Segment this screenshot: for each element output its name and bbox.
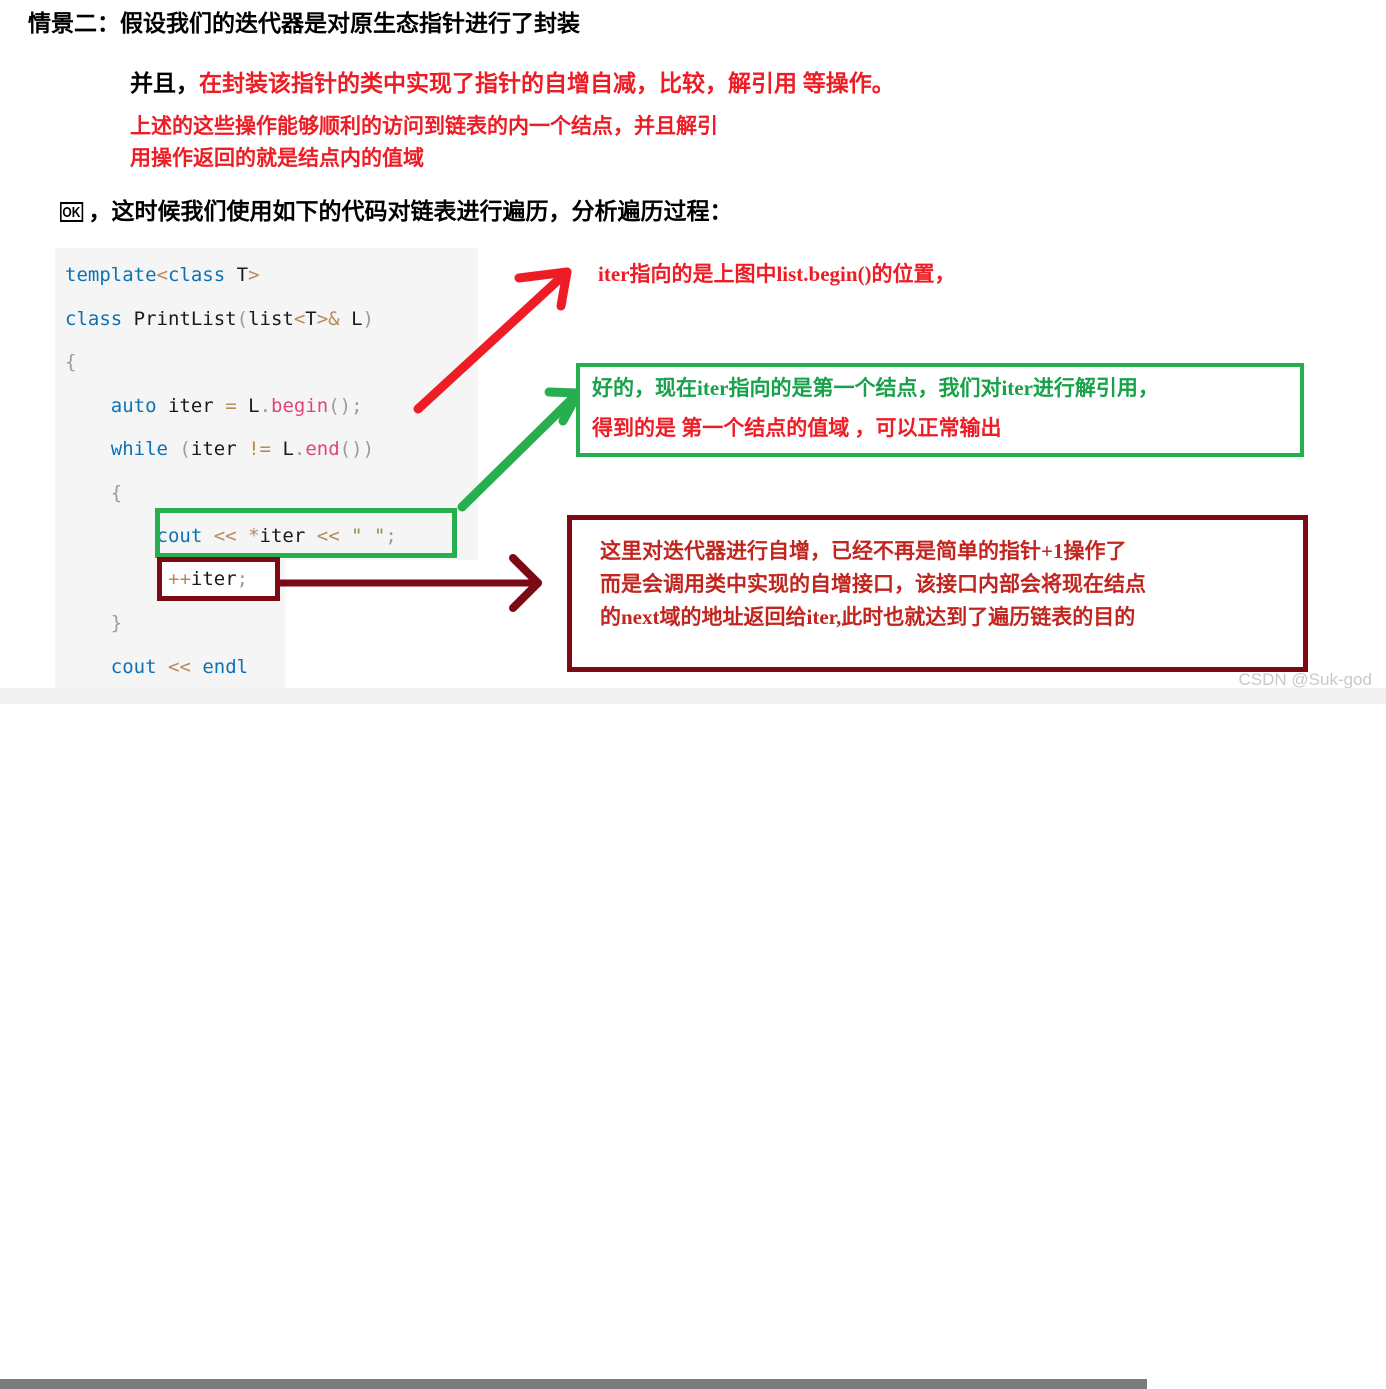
paragraph-line-2-black: 并且， bbox=[130, 71, 199, 96]
annotation-green-line-1: 好的，现在iter指向的是第一个结点，我们对iter进行解引用， bbox=[592, 376, 1159, 400]
annotation-darkred-text: 这里对迭代器进行自增，已经不再是简单的指针+1操作了 而是会调用类中实现的自增接… bbox=[600, 535, 1146, 634]
paragraph-line-3: 上述的这些操作能够顺利的访问到链表的内一个结点，并且解引 bbox=[130, 114, 718, 138]
horizontal-scrollbar-thumb[interactable] bbox=[0, 1379, 1147, 1389]
code-text: template<class T> class PrintList(list<T… bbox=[65, 264, 397, 678]
paragraph-line-5: OK ，这时候我们使用如下的代码对链表进行遍历，分析遍历过程： bbox=[60, 192, 733, 226]
paragraph-line-4: 用操作返回的就是结点内的值域 bbox=[130, 146, 424, 170]
horizontal-scrollbar-track[interactable] bbox=[0, 688, 1386, 1389]
paragraph-line-2-red: 在封装该指针的类中实现了指针的自增自减，比较，解引用 等操作。 bbox=[199, 71, 895, 96]
annotation-darkred-line-3: 的next域的地址返回给iter,此时也就达到了遍历链表的目的 bbox=[600, 605, 1136, 629]
code-highlight-green-box bbox=[155, 508, 457, 558]
code-highlight-darkred-text: ++iter; bbox=[168, 568, 249, 590]
page-title: 情景二：假设我们的迭代器是对原生态指针进行了封装 bbox=[28, 11, 580, 36]
annotation-red-note: iter指向的是上图中list.begin()的位置， bbox=[598, 262, 956, 286]
paragraph-line-5-text: ，这时候我们使用如下的代码对链表进行遍历，分析遍历过程： bbox=[88, 199, 733, 224]
paragraph-line-2: 并且，在封装该指针的类中实现了指针的自增自减，比较，解引用 等操作。 bbox=[130, 64, 895, 98]
ok-badge: OK bbox=[60, 202, 83, 222]
code-block: template<class T> class PrintList(list<T… bbox=[55, 248, 478, 688]
annotation-darkred-line-2: 而是会调用类中实现的自增接口，该接口内部会将现在结点 bbox=[600, 572, 1146, 596]
annotation-green-line-2: 得到的是 第一个结点的值域 ，可以正常输出 bbox=[592, 416, 1002, 440]
green-arrow bbox=[457, 387, 583, 512]
annotation-darkred-line-1: 这里对迭代器进行自增，已经不再是简单的指针+1操作了 bbox=[600, 539, 1127, 563]
csdn-watermark: CSDN @Suk-god bbox=[1238, 670, 1372, 689]
